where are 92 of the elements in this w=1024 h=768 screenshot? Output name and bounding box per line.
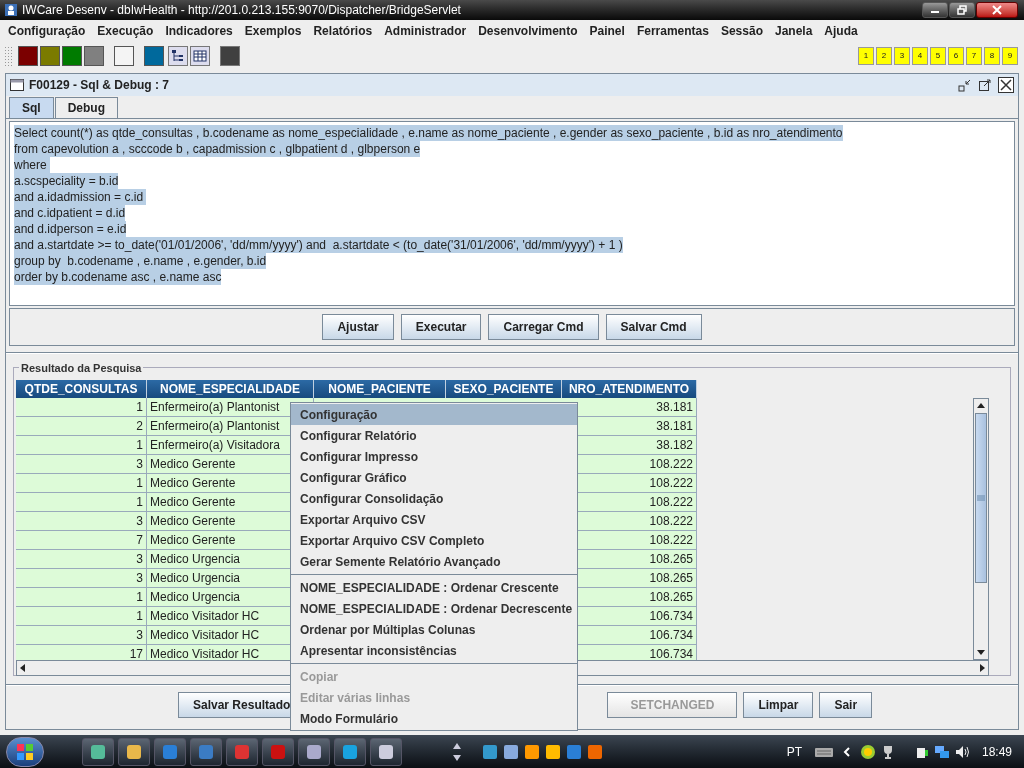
table-cell: 3 (16, 550, 147, 569)
menu-item[interactable]: Painel (583, 22, 631, 40)
button[interactable]: Ajustar (322, 314, 394, 340)
notification-icon[interactable] (859, 743, 876, 760)
numbered-button[interactable]: 8 (984, 47, 1000, 65)
close-icon (992, 5, 1002, 15)
column-header[interactable]: QTDE_CONSULTAS (16, 380, 147, 398)
table-cell: 3 (16, 455, 147, 474)
taskbar-button[interactable] (298, 737, 330, 766)
quick-launch-icon[interactable] (545, 743, 561, 760)
menu-item[interactable]: Ferramentas (630, 22, 715, 40)
button[interactable]: Limpar (743, 692, 814, 718)
chevron-left-icon[interactable] (841, 745, 852, 758)
window-title: IWCare Desenv - dbIwHealth - http://201.0.213.155:9070/Dispatcher/BridgeServlet (22, 2, 461, 19)
menu-item[interactable]: Janela (768, 22, 819, 40)
clock[interactable]: 18:49 (981, 742, 1012, 761)
restore-button[interactable] (949, 2, 975, 18)
color-swatch-button[interactable] (114, 46, 134, 66)
grip-icon (977, 495, 985, 501)
button[interactable]: Salvar Cmd (605, 314, 702, 340)
toolbar-button[interactable] (190, 46, 210, 66)
numbered-button[interactable]: 5 (930, 47, 946, 65)
table-cell: 1 (16, 588, 147, 607)
minimize-icon[interactable] (958, 78, 972, 92)
table-cell: 3 (16, 512, 147, 531)
column-header[interactable]: SEXO_PACIENTE (446, 380, 562, 398)
grid-icon (193, 49, 207, 63)
window-icon (10, 79, 24, 91)
button[interactable]: Carregar Cmd (488, 314, 599, 340)
table-cell: 1 (16, 493, 147, 512)
table-cell: 7 (16, 531, 147, 550)
menu-item[interactable]: Exemplos (238, 22, 308, 40)
menu-item[interactable]: Desenvolvimento (472, 22, 584, 40)
restore-icon (957, 5, 967, 15)
toolbar-button[interactable] (168, 46, 188, 66)
taskbar-button[interactable] (370, 737, 402, 766)
numbered-button[interactable]: 6 (948, 47, 964, 65)
menu-item[interactable]: Configuração (291, 404, 577, 425)
menu-item[interactable]: Indicadores (159, 22, 239, 40)
numbered-button[interactable]: 9 (1002, 47, 1018, 65)
column-header[interactable]: NOME_PACIENTE (314, 380, 446, 398)
table-cell: 1 (16, 607, 147, 626)
maximize-icon[interactable] (978, 78, 992, 92)
menu-item[interactable]: Administrador (378, 22, 473, 40)
menu-item[interactable]: Relatórios (307, 22, 379, 40)
close-icon[interactable] (998, 77, 1014, 93)
table-cell: 2 (16, 417, 147, 436)
menu-item[interactable]: Ajuda (818, 22, 864, 40)
language-indicator[interactable]: PT (786, 742, 802, 761)
button[interactable]: Executar (400, 314, 482, 340)
quick-launch-icon[interactable] (503, 743, 519, 760)
table-cell: 3 (16, 626, 147, 645)
quick-launch-icon[interactable] (566, 743, 582, 760)
tree-icon (171, 49, 185, 63)
menu-item[interactable]: Sessão (714, 22, 769, 40)
table-cell: 1 (16, 398, 147, 417)
quick-launch-icon[interactable] (482, 743, 498, 760)
app-icon (4, 3, 18, 17)
taskbar-button[interactable] (82, 737, 114, 766)
sql-editor[interactable] (9, 121, 1015, 306)
tab[interactable]: Sql (9, 97, 54, 118)
tab[interactable]: Debug (54, 97, 118, 118)
numbered-button[interactable]: 1 (858, 47, 874, 65)
numbered-button[interactable]: 2 (876, 47, 892, 65)
table-cell: 1 (16, 474, 147, 493)
windows-logo-icon (16, 742, 34, 761)
network-icon[interactable] (933, 743, 950, 760)
button[interactable]: Sair (819, 692, 873, 718)
numbered-button[interactable]: 3 (894, 47, 910, 65)
numbered-button[interactable]: 7 (966, 47, 982, 65)
minimize-button[interactable] (922, 2, 948, 18)
numbered-button[interactable]: 4 (912, 47, 928, 65)
menu-item[interactable]: Configuração (2, 22, 92, 40)
color-swatch-button[interactable] (62, 46, 82, 66)
table-cell: 38.181 (562, 398, 697, 417)
quick-launch-icon[interactable] (524, 743, 540, 760)
column-header[interactable]: NOME_ESPECIALIDADE (147, 380, 314, 398)
color-swatch-button[interactable] (84, 46, 104, 66)
close-button[interactable] (976, 2, 1018, 18)
color-swatch-button[interactable] (18, 46, 38, 66)
taskbar-button[interactable] (334, 737, 366, 766)
table-cell: 3 (16, 569, 147, 588)
table-cell: 1 (16, 436, 147, 455)
column-header[interactable]: NRO_ATENDIMENTO (562, 380, 697, 398)
quick-launch-icon[interactable] (587, 743, 603, 760)
vertical-scrollbar[interactable] (973, 398, 989, 660)
taskbar-button[interactable] (118, 737, 150, 766)
start-button[interactable] (6, 736, 44, 767)
frame-title: F00129 - Sql & Debug : 7 (29, 77, 170, 94)
color-swatch-button[interactable] (144, 46, 164, 66)
menu-item[interactable]: Execução (91, 22, 160, 40)
color-swatch-button[interactable] (40, 46, 60, 66)
